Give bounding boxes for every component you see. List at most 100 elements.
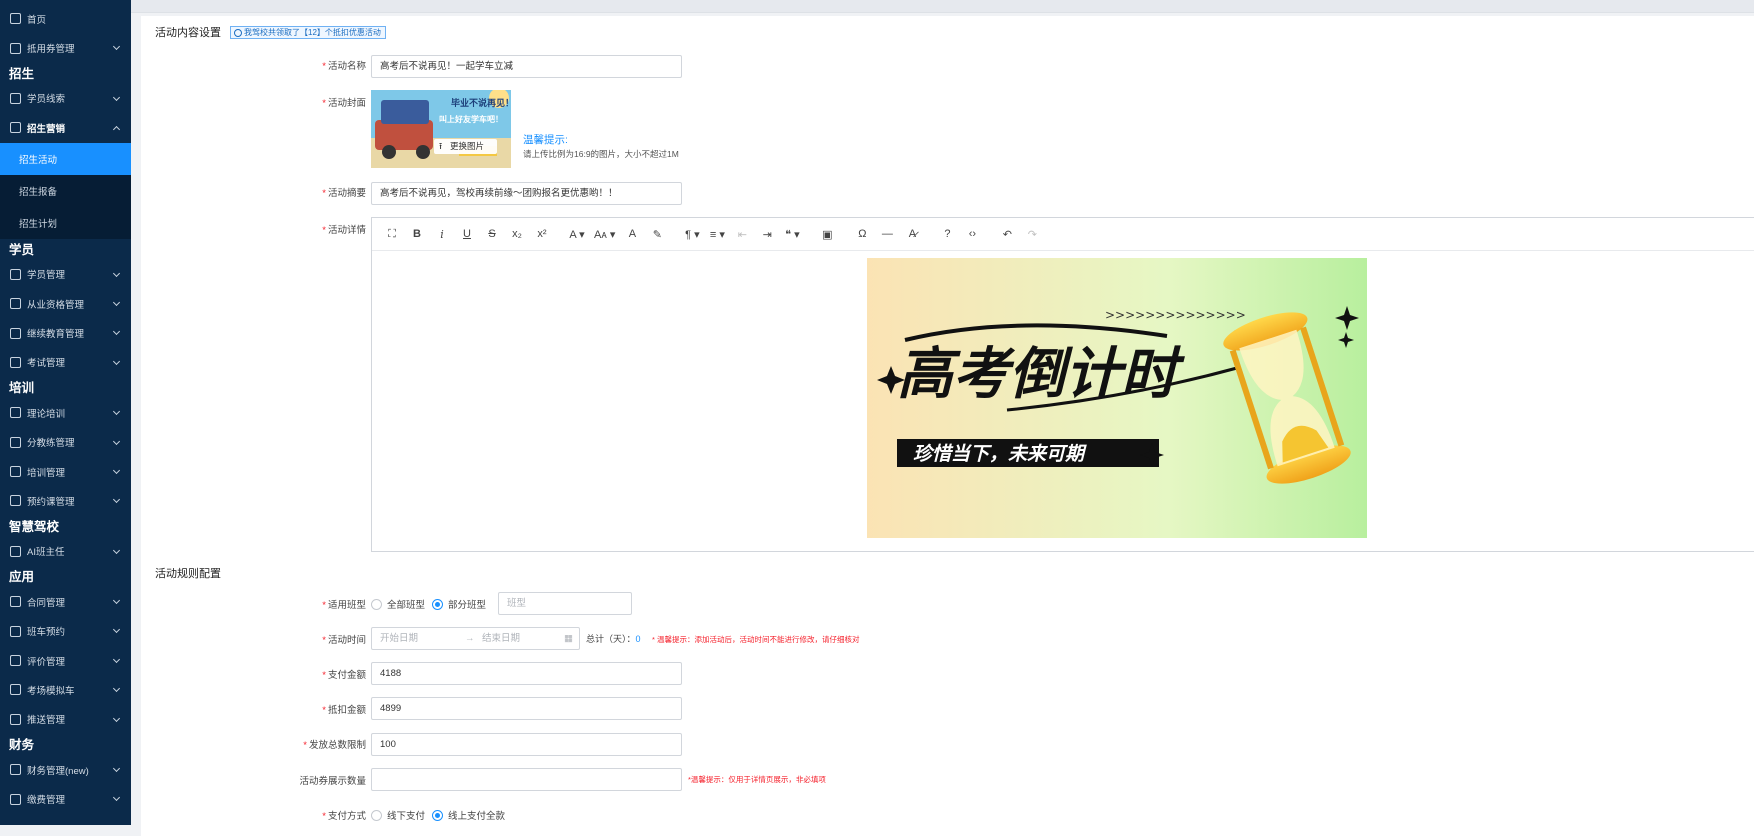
sidebar-item-last[interactable]: 缴费管理 bbox=[0, 784, 131, 813]
sidebar-item-push[interactable]: 推送管理 bbox=[0, 705, 131, 734]
total-days-label: 总计（天）：0 bbox=[586, 634, 641, 644]
sidebar-item-continuing-edu[interactable]: 继续教育管理 bbox=[0, 318, 131, 347]
code-icon[interactable]: ‹› bbox=[964, 225, 980, 243]
headset-icon bbox=[10, 545, 21, 557]
cover-image[interactable]: 毕业不说再见！ 叫上好友学车吧！ 更换图片 bbox=[371, 90, 511, 168]
pay-amount-input[interactable]: 4188 bbox=[371, 662, 682, 685]
payment-icon bbox=[10, 793, 21, 805]
font-color-icon[interactable]: A bbox=[624, 225, 640, 243]
subscript-icon[interactable]: x₂ bbox=[509, 225, 525, 243]
special-char-icon[interactable]: Ω bbox=[854, 225, 870, 243]
replace-image-button[interactable]: 更换图片 bbox=[434, 139, 497, 154]
chevron-down-icon bbox=[112, 714, 121, 722]
date-range-picker[interactable]: 开始日期 → 结束日期 ▦ bbox=[371, 627, 580, 650]
fullscreen-icon[interactable]: ⛶ bbox=[384, 225, 400, 243]
activity-summary-input[interactable]: 高考后不说再见，驾校再续前缘～团购报名更优惠哟！！ bbox=[371, 182, 682, 205]
sidebar-item-branch-training[interactable]: 分教练管理 bbox=[0, 428, 131, 457]
italic-icon[interactable]: i bbox=[434, 225, 450, 243]
steering-icon bbox=[10, 436, 21, 448]
display-count-label: 活动券展示数量 bbox=[299, 776, 366, 787]
underline-icon[interactable]: U bbox=[459, 225, 475, 243]
bold-icon[interactable]: B bbox=[409, 225, 425, 243]
sidebar-item-exam-mgmt[interactable]: 考试管理 bbox=[0, 348, 131, 377]
radio-offline-pay[interactable]: 线下支付 bbox=[371, 808, 425, 822]
radio-online-pay[interactable]: 线上支付全款 bbox=[432, 808, 505, 822]
sidebar-item-home[interactable]: 首页 bbox=[0, 4, 131, 33]
radio-icon bbox=[371, 598, 382, 610]
sidebar-item-finance[interactable]: 财务管理(new) bbox=[0, 755, 131, 784]
ticket-icon bbox=[10, 42, 21, 54]
sidebar-subitem-recruit-report[interactable]: 招生报备 bbox=[0, 174, 131, 207]
chat-icon bbox=[10, 466, 21, 478]
name-label: * 活动名称 bbox=[322, 61, 366, 72]
sidebar-item-booking-mgmt[interactable]: 预约课管理 bbox=[0, 486, 131, 515]
rich-text-editor[interactable]: ⛶ B i U S x₂ x² A ▾ Aᴀ ▾ A ✎ ¶ ▾ ≡ ▾ ⇤ ⇥… bbox=[371, 217, 1754, 552]
total-days-value: 0 bbox=[635, 634, 641, 644]
form-card: 活动内容设置 我驾校共领取了【12】个抵扣优惠活动 * 活动名称 高考后不说再见！… bbox=[141, 16, 1754, 836]
simulator-icon bbox=[10, 684, 21, 696]
sidebar-item-student-mgmt[interactable]: 学员管理 bbox=[0, 260, 131, 289]
time-hint: * 温馨提示：添加活动后，活动时间不能进行修改，请仔细核对 bbox=[652, 635, 860, 644]
pay-method-label: * 支付方式 bbox=[322, 811, 366, 822]
chevron-down-icon bbox=[112, 546, 121, 554]
font-size-icon[interactable]: A ▾ bbox=[569, 225, 585, 243]
section-title-content: 活动内容设置 bbox=[155, 27, 221, 39]
sidebar-group-app: 应用 bbox=[9, 570, 35, 585]
cover-text-1: 毕业不说再见！ bbox=[451, 97, 511, 109]
redo-icon[interactable]: ↷ bbox=[1024, 225, 1040, 243]
sidebar-item-contract[interactable]: 合同管理 bbox=[0, 587, 131, 616]
link-icon bbox=[10, 92, 21, 104]
push-icon bbox=[10, 713, 21, 725]
superscript-icon[interactable]: x² bbox=[534, 225, 550, 243]
banner-title: 高考倒计时 bbox=[897, 342, 1185, 407]
chevron-down-icon bbox=[112, 298, 121, 306]
paragraph-icon[interactable]: ¶ ▾ bbox=[684, 225, 700, 243]
sidebar-item-evaluation[interactable]: 评价管理 bbox=[0, 646, 131, 675]
quote-icon[interactable]: ❝ ▾ bbox=[784, 225, 800, 243]
book-icon bbox=[10, 327, 21, 339]
activity-name-input[interactable]: 高考后不说再见！一起学车立减 bbox=[371, 55, 682, 78]
home-icon bbox=[10, 13, 21, 25]
banner-arrows: >>>>>>>>>>>>>> bbox=[1105, 308, 1246, 322]
sidebar-item-qualification[interactable]: 从业资格管理 bbox=[0, 289, 131, 318]
deduct-amount-input[interactable]: 4899 bbox=[371, 697, 682, 720]
outdent-icon[interactable]: ⇤ bbox=[734, 225, 750, 243]
display-hint: *温馨提示：仅用于详情页展示，非必填项 bbox=[688, 775, 826, 784]
chevron-down-icon bbox=[112, 597, 121, 605]
end-date-input[interactable]: 结束日期 bbox=[482, 628, 520, 649]
image-icon[interactable]: ▣ bbox=[819, 225, 835, 243]
comment-icon bbox=[10, 655, 21, 667]
align-icon[interactable]: ≡ ▾ bbox=[709, 225, 725, 243]
sidebar-item-simulator[interactable]: 考场模拟车 bbox=[0, 675, 131, 704]
sidebar-subitem-recruit-activity[interactable]: 招生活动 bbox=[0, 142, 131, 175]
strikethrough-icon[interactable]: S bbox=[484, 225, 500, 243]
sidebar-item-recruit-marketing[interactable]: 招生营销 bbox=[0, 113, 131, 142]
chevron-down-icon bbox=[112, 93, 121, 101]
book-open-icon bbox=[10, 407, 21, 419]
issue-limit-input[interactable]: 100 bbox=[371, 733, 682, 756]
sidebar-item-shuttle[interactable]: 班车预约 bbox=[0, 616, 131, 645]
clear-format-icon[interactable]: A̷ bbox=[904, 225, 920, 243]
sidebar-item-theory-training[interactable]: 理论培训 bbox=[0, 398, 131, 427]
undo-icon[interactable]: ↶ bbox=[999, 225, 1015, 243]
display-count-input[interactable] bbox=[371, 768, 682, 791]
start-date-input[interactable]: 开始日期 bbox=[380, 633, 418, 644]
radio-part-class[interactable]: 部分班型 bbox=[432, 597, 486, 611]
highlight-icon[interactable]: ✎ bbox=[649, 225, 665, 243]
chevron-down-icon bbox=[112, 269, 121, 277]
sidebar-subitem-recruit-plan[interactable]: 招生计划 bbox=[0, 206, 131, 239]
radio-all-class[interactable]: 全部班型 bbox=[371, 597, 425, 611]
help-icon[interactable]: ? bbox=[939, 225, 955, 243]
sidebar-item-training-mgmt[interactable]: 培训管理 bbox=[0, 457, 131, 486]
section-title-rules: 活动规则配置 bbox=[155, 568, 221, 580]
sidebar-group-student: 学员 bbox=[9, 242, 35, 257]
horizontal-rule-icon[interactable]: — bbox=[879, 225, 895, 243]
letter-case-icon[interactable]: Aᴀ ▾ bbox=[594, 225, 615, 243]
indent-icon[interactable]: ⇥ bbox=[759, 225, 775, 243]
time-label: * 活动时间 bbox=[322, 635, 366, 646]
wallet-icon bbox=[10, 764, 21, 776]
sidebar-item-ai-head[interactable]: AI班主任 bbox=[0, 537, 131, 566]
sidebar-item-voucher[interactable]: 抵用券管理 bbox=[0, 33, 131, 62]
sidebar-item-student-leads[interactable]: 学员线索 bbox=[0, 84, 131, 113]
class-type-select[interactable]: 班型 bbox=[498, 592, 632, 615]
